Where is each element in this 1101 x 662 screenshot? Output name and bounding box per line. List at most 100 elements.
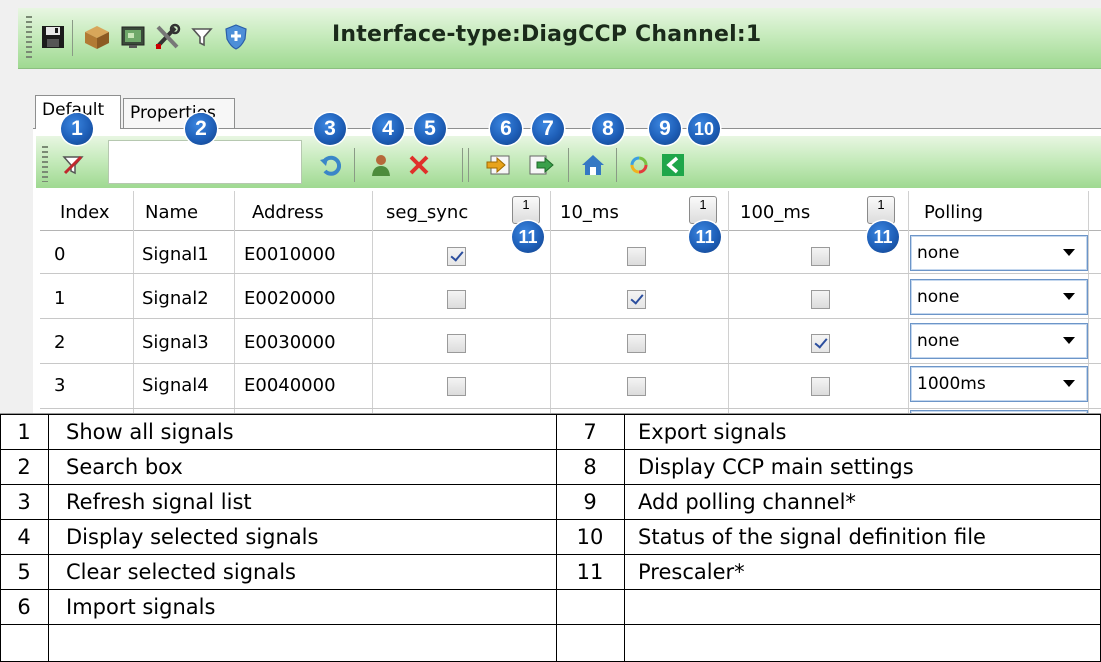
cell-name: Signal1 bbox=[142, 243, 209, 265]
grid-column-divider bbox=[728, 191, 729, 413]
column-header-index[interactable]: Index bbox=[60, 194, 110, 230]
column-header-polling[interactable]: Polling bbox=[924, 194, 983, 230]
ms100-checkbox[interactable] bbox=[811, 334, 830, 353]
grid-column-divider bbox=[550, 191, 551, 413]
save-icon[interactable] bbox=[38, 22, 68, 52]
window-title: Interface-type:DiagCCP Channel:1 bbox=[332, 22, 762, 47]
legend-number: 7 bbox=[583, 419, 597, 444]
legend-border bbox=[48, 414, 49, 662]
ms10-checkbox[interactable] bbox=[627, 290, 646, 309]
display-selected-icon[interactable] bbox=[366, 150, 396, 180]
callout-badge: 11 bbox=[512, 221, 544, 253]
chevron-down-icon bbox=[1063, 249, 1075, 256]
legend-number: 2 bbox=[17, 454, 31, 479]
grid-row-divider bbox=[40, 408, 1101, 409]
prescaler-button[interactable]: 1 bbox=[512, 196, 540, 224]
grid-column-divider bbox=[372, 191, 373, 413]
chevron-down-icon bbox=[1063, 293, 1075, 300]
prescaler-button[interactable]: 1 bbox=[689, 196, 717, 224]
legend-description: Show all signals bbox=[66, 419, 234, 444]
tools-icon[interactable] bbox=[152, 22, 182, 52]
legend-number bbox=[556, 589, 624, 624]
export-icon[interactable] bbox=[526, 150, 556, 180]
toolbar-separator bbox=[616, 148, 617, 182]
legend-number: 10 bbox=[576, 524, 604, 549]
cell-index: 3 bbox=[54, 374, 66, 396]
legend-description: Display selected signals bbox=[66, 524, 319, 549]
polling-select[interactable]: 1000ms bbox=[910, 366, 1088, 402]
legend-number: 3 bbox=[17, 489, 31, 514]
status-icon[interactable] bbox=[658, 150, 688, 180]
toolbar-separator bbox=[568, 148, 569, 182]
callout-badge: 1 bbox=[61, 113, 93, 145]
seg-sync-checkbox[interactable] bbox=[447, 334, 466, 353]
seg-sync-checkbox[interactable] bbox=[447, 377, 466, 396]
column-header-10ms[interactable]: 10_ms bbox=[560, 194, 619, 230]
callout-badge: 7 bbox=[532, 113, 564, 145]
package-icon[interactable] bbox=[82, 22, 112, 52]
ms100-checkbox[interactable] bbox=[811, 247, 830, 266]
cell-name: Signal4 bbox=[142, 374, 209, 396]
monitor-icon[interactable] bbox=[118, 22, 148, 52]
add-polling-icon[interactable] bbox=[624, 150, 654, 180]
cell-name: Signal3 bbox=[142, 331, 209, 353]
callout-badge: 6 bbox=[490, 113, 522, 145]
filter-icon[interactable] bbox=[187, 22, 217, 52]
legend-description: Add polling channel* bbox=[638, 489, 856, 514]
callout-badge: 4 bbox=[372, 113, 404, 145]
legend-description: Export signals bbox=[638, 419, 787, 444]
column-header-name[interactable]: Name bbox=[145, 194, 198, 230]
clear-selected-icon[interactable] bbox=[404, 150, 434, 180]
refresh-icon[interactable] bbox=[316, 150, 346, 180]
cell-name: Signal2 bbox=[142, 287, 209, 309]
show-all-signals-icon[interactable] bbox=[58, 150, 88, 180]
tab-properties[interactable]: Properties bbox=[123, 98, 235, 129]
legend-description: Status of the signal definition file bbox=[638, 524, 986, 549]
cell-index: 0 bbox=[54, 243, 66, 265]
callout-badge: 8 bbox=[592, 113, 624, 145]
chevron-down-icon bbox=[1063, 337, 1075, 344]
ms100-checkbox[interactable] bbox=[811, 290, 830, 309]
callout-badge: 3 bbox=[314, 113, 346, 145]
seg-sync-checkbox[interactable] bbox=[447, 247, 466, 266]
search-input[interactable] bbox=[108, 140, 302, 184]
column-header-seg-sync[interactable]: seg_sync bbox=[386, 194, 468, 230]
legend-description: Import signals bbox=[66, 594, 216, 619]
ms10-checkbox[interactable] bbox=[627, 377, 646, 396]
polling-select[interactable]: none bbox=[910, 235, 1088, 271]
grid-column-divider bbox=[908, 191, 909, 413]
callout-badge: 11 bbox=[689, 221, 721, 253]
polling-select[interactable]: none bbox=[910, 323, 1088, 359]
legend-description: Refresh signal list bbox=[66, 489, 252, 514]
ms10-checkbox[interactable] bbox=[627, 334, 646, 353]
ms10-checkbox[interactable] bbox=[627, 247, 646, 266]
home-icon[interactable] bbox=[578, 150, 608, 180]
column-header-100ms[interactable]: 100_ms bbox=[740, 194, 810, 230]
cell-index: 1 bbox=[54, 287, 66, 309]
toolbar-separator bbox=[462, 148, 463, 182]
toolbar-separator bbox=[72, 20, 73, 56]
legend-number: 5 bbox=[17, 559, 31, 584]
seg-sync-checkbox[interactable] bbox=[447, 290, 466, 309]
legend-description: Display CCP main settings bbox=[638, 454, 914, 479]
callout-badge: 9 bbox=[649, 113, 681, 145]
legend-table: 1 Show all signals 7 Export signals 2 Se… bbox=[0, 414, 1101, 662]
polling-select[interactable]: none bbox=[910, 279, 1088, 315]
toolbar-grip[interactable] bbox=[26, 16, 32, 60]
grid-column-divider bbox=[133, 191, 134, 413]
cell-address: E0010000 bbox=[244, 243, 336, 265]
screenshot-panel: Interface-type:DiagCCP Channel:1 Default… bbox=[0, 0, 1101, 414]
shield-icon[interactable] bbox=[221, 22, 251, 52]
toolbar-separator bbox=[354, 148, 355, 182]
column-header-address[interactable]: Address bbox=[252, 194, 324, 230]
prescaler-button[interactable]: 1 bbox=[867, 196, 895, 224]
import-icon[interactable] bbox=[484, 150, 514, 180]
grid-header-border bbox=[40, 230, 1101, 231]
legend-description: Clear selected signals bbox=[66, 559, 296, 584]
ms100-checkbox[interactable] bbox=[811, 377, 830, 396]
toolbar-grip[interactable] bbox=[42, 146, 48, 182]
legend-number: 4 bbox=[17, 524, 31, 549]
legend-number: 6 bbox=[17, 594, 31, 619]
grid-column-divider bbox=[234, 191, 235, 413]
cell-address: E0020000 bbox=[244, 287, 336, 309]
